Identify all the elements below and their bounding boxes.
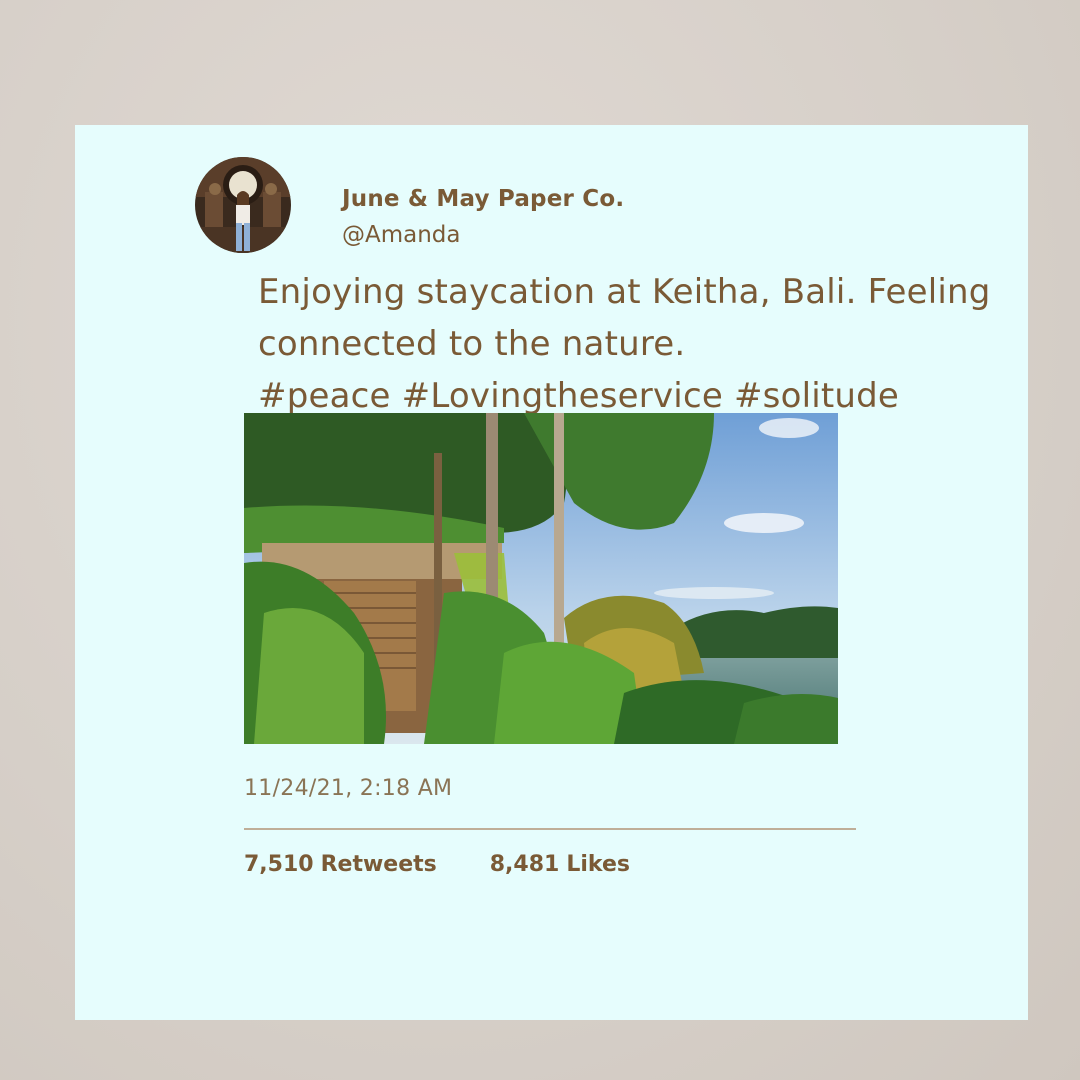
avatar[interactable] bbox=[195, 157, 291, 253]
likes-count: 8,481 bbox=[489, 852, 560, 877]
likes-stat[interactable]: 8,481 Likes bbox=[490, 852, 630, 877]
likes-label: Likes bbox=[566, 852, 630, 877]
tweet-stats: 7,510 Retweets 8,481 Likes bbox=[244, 852, 676, 877]
user-handle[interactable]: @Amanda bbox=[342, 222, 461, 248]
tweet-timestamp: 11/24/21, 2:18 AM bbox=[244, 776, 453, 801]
retweets-stat[interactable]: 7,510 Retweets bbox=[244, 852, 437, 877]
tweet-text: Enjoying staycation at Keitha, Bali. Fee… bbox=[258, 266, 998, 422]
display-name[interactable]: June & May Paper Co. bbox=[342, 186, 624, 212]
avatar-image bbox=[195, 157, 291, 253]
tweet-text-line: Enjoying staycation at Keitha, Bali. Fee… bbox=[258, 272, 991, 312]
retweets-count: 7,510 bbox=[244, 852, 314, 877]
tweet-photo[interactable] bbox=[244, 413, 838, 744]
nature-photo bbox=[244, 413, 838, 744]
divider bbox=[244, 828, 856, 830]
retweets-label: Retweets bbox=[320, 852, 437, 877]
tweet-text-line: connected to the nature. bbox=[258, 324, 686, 364]
